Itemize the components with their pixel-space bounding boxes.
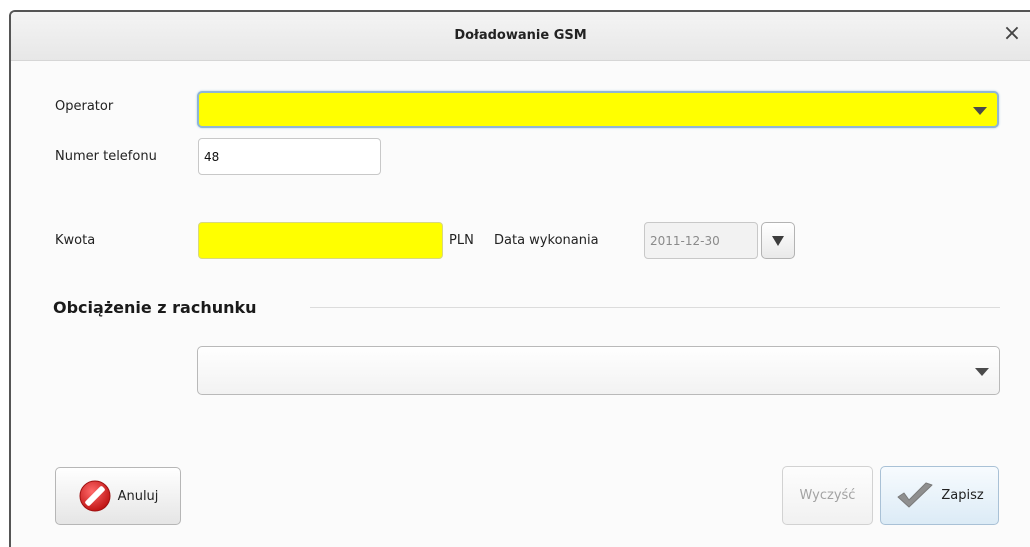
close-icon[interactable]: ×	[1000, 22, 1024, 46]
date-picker-button[interactable]	[761, 222, 795, 259]
clear-button[interactable]: Wyczyść	[782, 466, 873, 525]
no-entry-icon	[79, 480, 111, 512]
phone-input[interactable]: 48	[198, 138, 381, 175]
cancel-label: Anuluj	[117, 488, 159, 504]
section-title: Obciążenie z rachunku	[53, 298, 257, 317]
date-label: Data wykonania	[494, 233, 599, 248]
amount-label: Kwota	[55, 233, 96, 248]
cancel-button[interactable]: Anuluj	[55, 467, 181, 525]
phone-label: Numer telefonu	[55, 149, 157, 164]
chevron-down-icon	[975, 367, 989, 376]
dialog-title: Doładowanie GSM	[454, 28, 587, 43]
checkmark-icon	[897, 482, 933, 507]
currency-label: PLN	[449, 233, 474, 248]
operator-select[interactable]	[197, 91, 999, 128]
amount-input[interactable]	[198, 222, 443, 259]
date-input[interactable]: 2011-12-30	[644, 222, 758, 259]
chevron-down-icon	[772, 235, 784, 246]
chevron-down-icon	[973, 106, 987, 115]
operator-label: Operator	[55, 99, 114, 114]
save-button[interactable]: Zapisz	[880, 466, 999, 525]
section-divider	[310, 307, 1000, 308]
dialog-titlebar: Doładowanie GSM ×	[11, 12, 1030, 61]
account-select[interactable]	[197, 346, 1000, 395]
save-label: Zapisz	[941, 488, 984, 503]
